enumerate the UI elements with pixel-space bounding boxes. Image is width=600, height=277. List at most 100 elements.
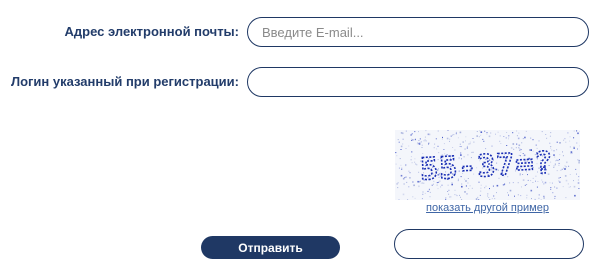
captcha-noise-dot xyxy=(508,135,510,137)
email-input[interactable] xyxy=(247,17,589,47)
captcha-noise-dot xyxy=(492,185,494,187)
captcha-noise-dot xyxy=(565,166,567,168)
captcha-noise-dot xyxy=(518,144,521,147)
captcha-noise-dot xyxy=(544,181,547,184)
captcha-noise-dot xyxy=(493,195,495,197)
captcha-noise-dot xyxy=(504,183,506,185)
captcha-noise-dot xyxy=(411,139,413,141)
captcha-noise-dot xyxy=(554,186,556,188)
captcha-noise-dot xyxy=(411,162,413,164)
captcha-noise-dot xyxy=(565,141,567,143)
captcha-noise-dot xyxy=(577,159,579,161)
captcha-noise-dot xyxy=(483,140,485,142)
captcha-noise-dot xyxy=(449,138,451,140)
captcha-noise-dot xyxy=(422,191,424,193)
captcha-noise-dot xyxy=(447,191,449,192)
captcha-noise-dot xyxy=(578,159,580,162)
captcha-noise-dot xyxy=(454,194,456,196)
captcha-noise-dot xyxy=(569,140,571,142)
captcha-noise-dot xyxy=(506,132,508,133)
captcha-noise-dot xyxy=(397,187,399,189)
captcha-noise-dot xyxy=(566,161,568,164)
captcha-noise-dot xyxy=(418,140,420,141)
captcha-noise-dot xyxy=(416,164,418,166)
captcha-noise-dot xyxy=(538,194,540,196)
captcha-noise-dot xyxy=(445,197,447,199)
captcha-noise-dot xyxy=(440,186,442,188)
captcha-text: 55-37=? xyxy=(419,146,554,188)
captcha-noise-dot xyxy=(437,145,439,147)
captcha-noise-dot xyxy=(479,194,481,196)
captcha-noise-dot xyxy=(405,148,407,149)
captcha-noise-dot xyxy=(433,147,435,149)
captcha-noise-dot xyxy=(450,196,452,198)
captcha-noise-dot xyxy=(409,177,411,179)
login-input[interactable] xyxy=(247,67,589,97)
captcha-noise-dot xyxy=(476,135,478,137)
captcha-noise-dot xyxy=(401,167,403,169)
captcha-noise-dot xyxy=(428,189,430,191)
captcha-noise-dot xyxy=(551,182,553,184)
captcha-noise-dot xyxy=(541,131,543,133)
captcha-noise-dot xyxy=(488,197,490,198)
captcha-noise-dot xyxy=(469,141,471,143)
captcha-noise-dot xyxy=(521,186,522,188)
captcha-noise-dot xyxy=(488,135,491,138)
captcha-noise-dot xyxy=(570,151,573,153)
captcha-noise-dot xyxy=(477,196,479,198)
captcha-noise-dot xyxy=(397,182,399,184)
captcha-noise-dot xyxy=(425,130,427,132)
captcha-noise-dot xyxy=(556,187,558,189)
captcha-noise-dot xyxy=(496,192,497,194)
captcha-noise-dot xyxy=(405,176,407,178)
captcha-noise-dot xyxy=(503,136,505,137)
captcha-noise-dot xyxy=(454,189,456,191)
captcha-noise-dot xyxy=(554,156,556,158)
submit-button[interactable]: Отправить xyxy=(201,236,340,259)
captcha-noise-dot xyxy=(410,156,412,158)
captcha-answer-input[interactable] xyxy=(394,229,584,259)
captcha-noise-dot xyxy=(478,199,480,200)
captcha-noise-dot xyxy=(429,191,431,193)
captcha-noise-dot xyxy=(562,155,564,157)
captcha-noise-dot xyxy=(420,141,422,143)
captcha-noise-dot xyxy=(568,186,570,188)
captcha-noise-dot xyxy=(443,149,445,150)
email-label: Адрес электронной почты: xyxy=(64,24,239,39)
captcha-noise-dot xyxy=(448,193,450,195)
captcha-noise-dot xyxy=(559,142,561,144)
captcha-noise-dot xyxy=(415,163,417,165)
captcha-noise-dot xyxy=(465,140,466,142)
captcha-noise-dot xyxy=(412,139,414,141)
captcha-noise-dot xyxy=(487,195,489,197)
captcha-refresh-link[interactable]: показать другой пример xyxy=(395,202,580,214)
captcha-noise-dot xyxy=(412,196,414,198)
captcha-noise-dot xyxy=(575,168,577,170)
captcha-noise-dot xyxy=(461,185,463,188)
captcha-noise-dot xyxy=(400,164,402,166)
captcha-noise-dot xyxy=(495,133,496,135)
captcha-noise-dot xyxy=(466,147,468,149)
captcha-noise-dot xyxy=(482,138,484,140)
captcha-noise-dot xyxy=(424,192,426,194)
captcha-noise-dot xyxy=(405,130,407,132)
captcha-noise-dot xyxy=(424,140,426,142)
captcha-noise-dot xyxy=(558,180,560,182)
captcha-noise-dot xyxy=(559,177,561,178)
captcha-noise-dot xyxy=(459,143,461,145)
captcha-noise-dot xyxy=(428,188,430,190)
captcha-noise-dot xyxy=(577,132,579,135)
captcha-noise-dot xyxy=(543,195,545,197)
captcha-noise-dot xyxy=(414,197,416,199)
captcha-noise-dot xyxy=(480,184,482,186)
captcha-noise-dot xyxy=(396,183,398,185)
captcha-noise-dot xyxy=(416,143,418,145)
captcha-noise-dot xyxy=(418,185,420,188)
captcha-noise-dot xyxy=(406,181,408,183)
captcha-noise-dot xyxy=(466,145,468,147)
captcha-noise-dot xyxy=(568,165,570,167)
captcha-noise-dot xyxy=(422,193,424,195)
captcha-noise-dot xyxy=(557,160,559,162)
captcha-noise-dot xyxy=(489,188,490,190)
captcha-noise-dot xyxy=(421,147,423,148)
